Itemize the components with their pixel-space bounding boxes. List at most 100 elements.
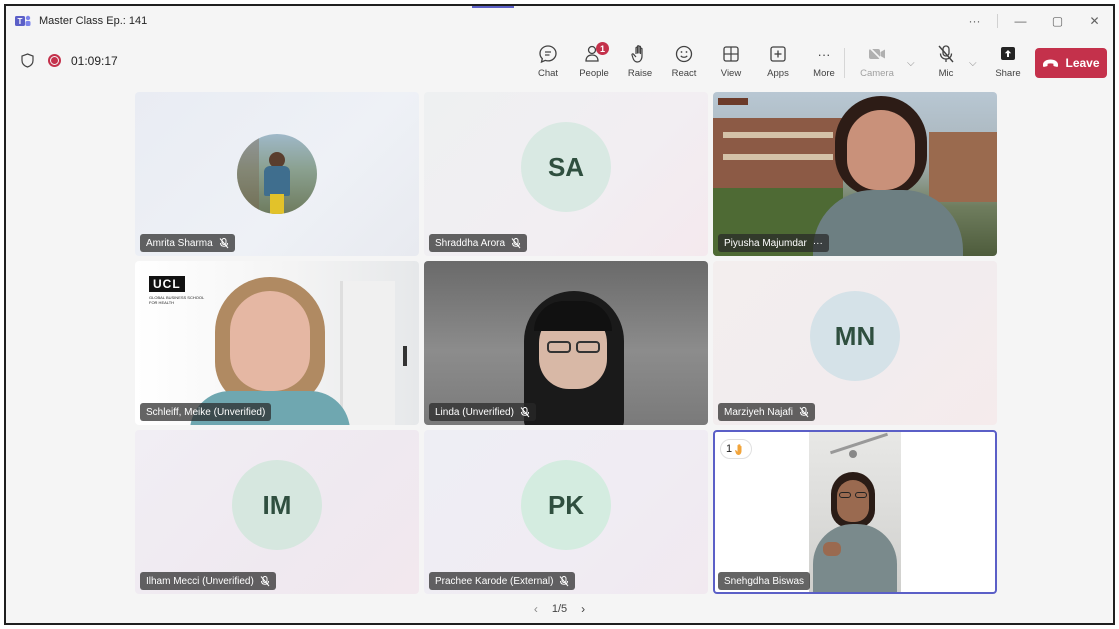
more-options-button[interactable]: ··· (956, 6, 993, 36)
raise-hand-button[interactable]: Raise (618, 43, 662, 85)
meeting-timer: 01:09:17 (71, 53, 118, 68)
camera-options-chevron-icon[interactable]: ⌵ (907, 58, 915, 69)
mic-muted-icon (520, 406, 530, 417)
pager-label: 1/5 (551, 603, 568, 615)
window-controls-divider (997, 14, 998, 28)
participant-tile-linda[interactable]: Linda (Unverified) (424, 261, 708, 425)
view-label: View (720, 68, 742, 79)
raise-hand-icon (631, 45, 643, 63)
people-badge: 1 (596, 42, 609, 55)
participant-name: Marziyeh Najafi (724, 406, 793, 418)
mic-muted-icon (260, 575, 270, 586)
pager-next-button[interactable]: › (581, 602, 585, 616)
participant-tile-amrita-sharma[interactable]: Amrita Sharma (135, 92, 419, 256)
participant-name: Piyusha Majumdar (724, 237, 807, 249)
participant-initials-avatar: PK (521, 460, 611, 550)
participant-video-scene (809, 432, 901, 592)
raised-hand-badge: 1 (720, 439, 753, 459)
apps-icon (770, 46, 786, 62)
participant-name: Schleiff, Meike (Unverified) (146, 406, 266, 418)
participant-name: Linda (Unverified) (435, 406, 514, 418)
camera-button[interactable]: Camera (855, 43, 899, 85)
participant-name-tag: Prachee Karode (External) (429, 572, 576, 590)
mic-muted-icon (799, 406, 809, 417)
share-button[interactable]: Share (986, 43, 1030, 85)
apps-label: Apps (767, 68, 789, 79)
participant-name-tag: Linda (Unverified) (429, 403, 536, 421)
participant-name-tag: Amrita Sharma (140, 234, 235, 252)
teams-logo-icon: T (15, 15, 31, 26)
participant-video-scene (135, 261, 419, 425)
window-controls: ··· — ▢ ✕ (956, 6, 1113, 36)
mic-button[interactable]: Mic (924, 43, 968, 85)
participant-tile-ilham-mecci[interactable]: IM Ilham Mecci (Unverified) (135, 430, 419, 594)
recording-icon (48, 54, 61, 67)
participant-video-scene (713, 92, 997, 256)
window-title: Master Class Ep.: 141 (39, 15, 148, 27)
video-stage: Amrita Sharma SA Shraddha Arora Piyusha … (6, 90, 1113, 623)
participant-name-tag: Schleiff, Meike (Unverified) (140, 403, 272, 421)
share-label: Share (995, 68, 1021, 79)
camera-off-icon (868, 46, 885, 63)
shield-icon[interactable] (21, 53, 34, 68)
people-button[interactable]: 1 People (572, 42, 616, 85)
raise-label: Raise (627, 68, 653, 79)
raised-hand-order: 1 (726, 443, 733, 455)
participant-name-tag: Shraddha Arora (429, 234, 528, 252)
more-label: More (813, 68, 835, 79)
view-button[interactable]: View (709, 43, 753, 85)
more-button[interactable]: ··· More (802, 43, 846, 85)
participant-tile-snehgdha-biswas[interactable]: 1 Snehgdha Biswas (713, 430, 997, 594)
participant-video-scene (424, 261, 708, 425)
apps-button[interactable]: Apps (756, 43, 800, 85)
participant-name-tag: Marziyeh Najafi (718, 403, 815, 421)
react-button[interactable]: React (662, 43, 706, 85)
minimize-button[interactable]: — (1002, 6, 1039, 36)
mic-options-chevron-icon[interactable]: ⌵ (969, 58, 977, 69)
participant-initials-avatar: SA (521, 122, 611, 212)
chat-label: Chat (537, 68, 559, 79)
grid-view-icon (723, 46, 739, 62)
mic-muted-icon (219, 237, 229, 248)
participant-name: Ilham Mecci (Unverified) (146, 575, 254, 587)
participant-name-tag: Piyusha Majumdar ··· (718, 234, 829, 252)
participant-more-icon[interactable]: ··· (813, 238, 823, 249)
participant-tile-piyusha-majumdar[interactable]: Piyusha Majumdar ··· (713, 92, 997, 256)
leave-label: Leave (1065, 56, 1100, 70)
share-screen-icon (1001, 47, 1015, 60)
participant-name: Prachee Karode (External) (435, 575, 554, 587)
phone-hangup-icon (1043, 59, 1059, 67)
chat-icon (539, 45, 557, 64)
participant-initials-avatar: MN (810, 291, 900, 381)
participant-name-tag: Snehgdha Biswas (718, 572, 811, 590)
more-dots-icon: ··· (817, 46, 831, 62)
chat-button[interactable]: Chat (526, 43, 570, 85)
title-bar: T Master Class Ep.: 141 ··· — ▢ ✕ (6, 6, 1113, 36)
svg-text:T: T (18, 17, 23, 26)
participant-tile-prachee-karode[interactable]: PK Prachee Karode (External) (424, 430, 708, 594)
participant-name: Shraddha Arora (435, 237, 506, 249)
mic-muted-icon (511, 237, 521, 248)
participant-tile-shraddha-arora[interactable]: SA Shraddha Arora (424, 92, 708, 256)
gallery-pager: ‹ 1/5 › (6, 602, 1113, 616)
toolbar-divider (844, 48, 845, 78)
restore-button[interactable]: ▢ (1039, 6, 1076, 36)
participant-tile-meike-schleiff[interactable]: UCL GLOBAL BUSINESS SCHOOL FOR HEALTH Sc… (135, 261, 419, 425)
pager-prev-button[interactable]: ‹ (534, 602, 538, 616)
participant-tile-marziyeh-najafi[interactable]: MN Marziyeh Najafi (713, 261, 997, 425)
meeting-toolbar: 01:09:17 Chat 1 People Raise React View … (6, 36, 1113, 90)
participant-photo-avatar (237, 134, 317, 214)
close-button[interactable]: ✕ (1076, 6, 1113, 36)
mic-label: Mic (938, 68, 954, 79)
mic-off-icon (938, 45, 954, 63)
window-accent (472, 6, 514, 8)
participant-name: Amrita Sharma (146, 237, 213, 249)
participant-name-tag: Ilham Mecci (Unverified) (140, 572, 276, 590)
emoji-icon (675, 45, 693, 63)
react-label: React (671, 68, 697, 79)
raised-hand-icon (735, 443, 742, 455)
camera-label: Camera (860, 68, 894, 79)
mic-muted-icon (560, 575, 569, 586)
leave-button[interactable]: Leave (1035, 48, 1107, 78)
participant-initials-avatar: IM (232, 460, 322, 550)
